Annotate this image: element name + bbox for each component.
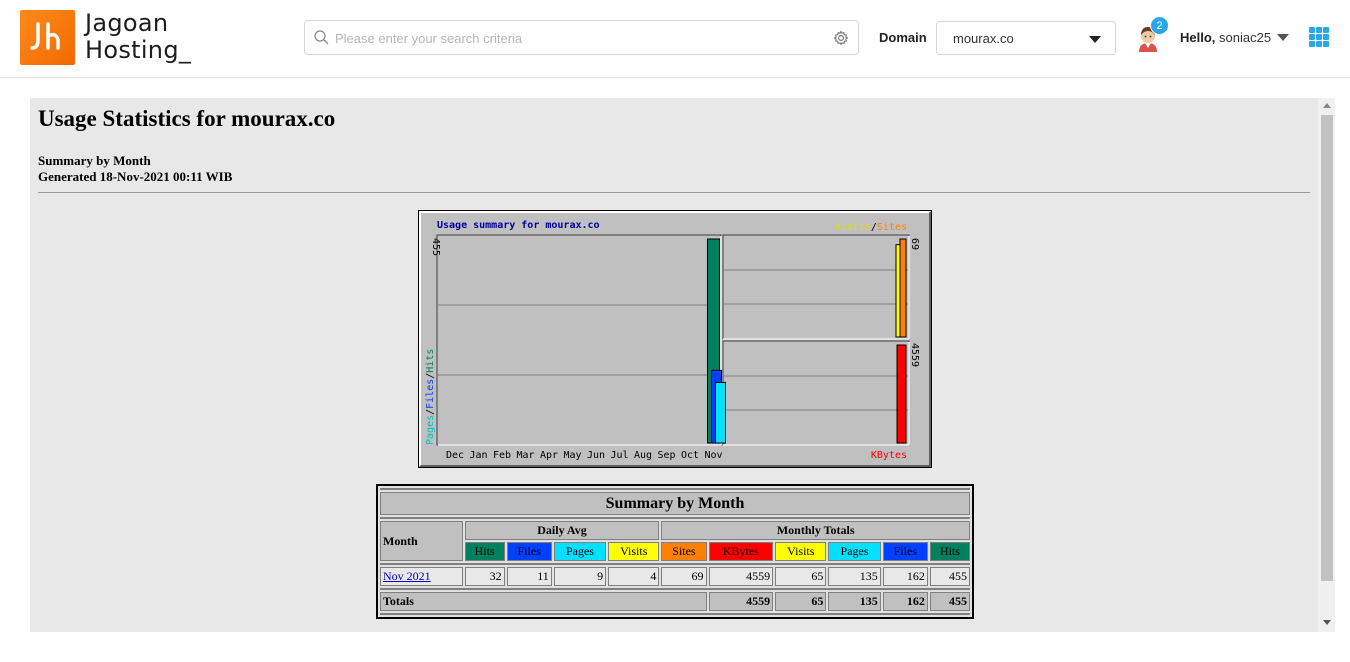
hits-ymax-label: 455 xyxy=(430,238,441,256)
scroll-up-icon[interactable] xyxy=(1323,103,1331,108)
gear-icon[interactable] xyxy=(833,30,849,46)
summary-table: Summary by Month Month Daily Avg Monthly… xyxy=(376,484,974,619)
brand-logo[interactable] xyxy=(20,10,75,65)
visits-sites-bars xyxy=(895,238,907,338)
generated-line: Generated 18-Nov-2021 00:11 WIB xyxy=(38,169,233,184)
search-icon[interactable] xyxy=(314,30,329,45)
summary-table-wrap: Summary by Month Month Daily Avg Monthly… xyxy=(376,484,974,619)
domain-label: Domain xyxy=(879,30,927,45)
usage-chart-svg: Usage summary for mourax.co Visits/Sites… xyxy=(425,220,920,461)
x-tick-jun: Jun xyxy=(587,450,605,461)
monthly-sites-header: Sites xyxy=(661,542,707,561)
total-kbytes-cell: 4559 xyxy=(708,592,774,611)
monthly-kbytes-header: KBytes xyxy=(708,542,774,561)
page-title: Usage Statistics for mourax.co xyxy=(38,106,336,131)
domain-select-value: mourax.co xyxy=(953,31,1014,46)
monthly-kbytes-cell: 4559 xyxy=(708,567,774,586)
monthly-visits-cell: 65 xyxy=(775,567,827,586)
divider xyxy=(38,192,1310,193)
monthly-files-cell: 162 xyxy=(882,567,928,586)
chart-title: Usage summary for mourax.co xyxy=(437,220,600,231)
totals-label: Totals xyxy=(380,592,707,611)
x-tick-apr: Apr xyxy=(540,450,558,461)
totals-row: Totals 4559 65 135 162 455 xyxy=(380,592,970,611)
stats-frame: Usage Statistics for mourax.co Summary b… xyxy=(30,98,1318,632)
x-tick-mar: Mar xyxy=(516,450,534,461)
monthly-files-header: Files xyxy=(882,542,928,561)
x-tick-nov: Nov xyxy=(704,450,722,461)
domain-select[interactable]: mourax.co xyxy=(936,21,1116,55)
user-greeting[interactable]: Hello, soniac25 xyxy=(1180,30,1271,45)
monthly-pages-header: Pages xyxy=(828,542,881,561)
frame-scrollbar[interactable] xyxy=(1318,98,1335,632)
total-hits-cell: 455 xyxy=(929,592,970,611)
kbytes-bars xyxy=(896,344,907,444)
x-tick-dec: Dec xyxy=(446,450,464,461)
daily-files-header: Files xyxy=(506,542,552,561)
x-tick-jul: Jul xyxy=(610,450,628,461)
monthly-hits-cell: 455 xyxy=(929,567,970,586)
bar-sites-nov xyxy=(899,238,907,338)
usage-chart: Usage summary for mourax.co Visits/Sites… xyxy=(418,210,932,468)
x-tick-labels: Dec Jan Feb Mar Apr May Jun Jul Aug Sep Oct Nov xyxy=(446,450,723,461)
bar-pages-nov xyxy=(715,381,726,444)
x-tick-jan: Jan xyxy=(469,450,487,461)
daily-pages-header: Pages xyxy=(553,542,607,561)
monthly-totals-header: Monthly Totals xyxy=(661,521,970,540)
month-link[interactable]: Nov 2021 xyxy=(383,569,431,583)
scroll-down-icon[interactable] xyxy=(1323,620,1331,625)
summary-table-title: Summary by Month xyxy=(380,492,970,515)
x-tick-may: May xyxy=(563,450,581,461)
username: soniac25 xyxy=(1219,30,1272,45)
daily-hits-cell: 32 xyxy=(464,567,505,586)
search-bar xyxy=(304,20,859,55)
table-row: Nov 2021 32 11 9 4 69 4559 65 135 162 45… xyxy=(380,567,970,586)
brand-line1: Jagoan xyxy=(85,9,169,37)
hits-panel-frame xyxy=(436,234,722,446)
total-visits-cell: 65 xyxy=(775,592,827,611)
monthly-hits-header: Hits xyxy=(929,542,970,561)
kbytes-legend: KBytes xyxy=(871,450,907,461)
x-tick-aug: Aug xyxy=(634,450,652,461)
daily-visits-header: Visits xyxy=(608,542,660,561)
x-tick-oct: Oct xyxy=(681,450,699,461)
page-subtitle: Summary by Month Generated 18-Nov-2021 0… xyxy=(38,153,232,185)
month-header: Month xyxy=(380,521,463,561)
x-tick-feb: Feb xyxy=(493,450,511,461)
daily-visits-cell: 4 xyxy=(608,567,660,586)
x-tick-sep: Sep xyxy=(657,450,675,461)
daily-avg-header: Daily Avg xyxy=(464,521,660,540)
summary-line: Summary by Month xyxy=(38,153,151,168)
visits-panel-frame xyxy=(722,234,910,340)
hello-label: Hello, xyxy=(1180,30,1216,45)
visits-ymax-label: 69 xyxy=(909,238,920,250)
kbytes-panel-frame xyxy=(722,340,910,446)
scroll-thumb[interactable] xyxy=(1321,115,1333,581)
hits-axis-label: Pages/Files/Hits xyxy=(425,349,436,445)
search-input[interactable] xyxy=(335,27,825,49)
user-menu-caret-icon[interactable] xyxy=(1277,34,1289,41)
monthly-sites-cell: 69 xyxy=(661,567,707,586)
brand-name[interactable]: Jagoan Hosting_ xyxy=(85,10,191,64)
daily-pages-cell: 9 xyxy=(553,567,607,586)
visits-sites-legend: Visits/Sites xyxy=(835,222,907,233)
kbytes-ymax-label: 4559 xyxy=(909,343,920,367)
apps-grid-icon[interactable] xyxy=(1309,27,1329,47)
monthly-visits-header: Visits xyxy=(775,542,827,561)
daily-files-cell: 11 xyxy=(506,567,552,586)
total-files-cell: 162 xyxy=(882,592,928,611)
total-pages-cell: 135 xyxy=(828,592,881,611)
chevron-down-icon xyxy=(1089,36,1101,43)
top-header: Jagoan Hosting_ Domain mourax.co 2 Hello… xyxy=(0,0,1350,78)
brand-line2: Hosting_ xyxy=(85,36,192,64)
bar-kbytes-nov xyxy=(896,344,907,444)
monthly-pages-cell: 135 xyxy=(828,567,881,586)
month-cell: Nov 2021 xyxy=(380,567,463,586)
daily-hits-header: Hits xyxy=(464,542,505,561)
notification-badge[interactable]: 2 xyxy=(1150,16,1169,35)
logo-mark-icon xyxy=(30,22,60,50)
